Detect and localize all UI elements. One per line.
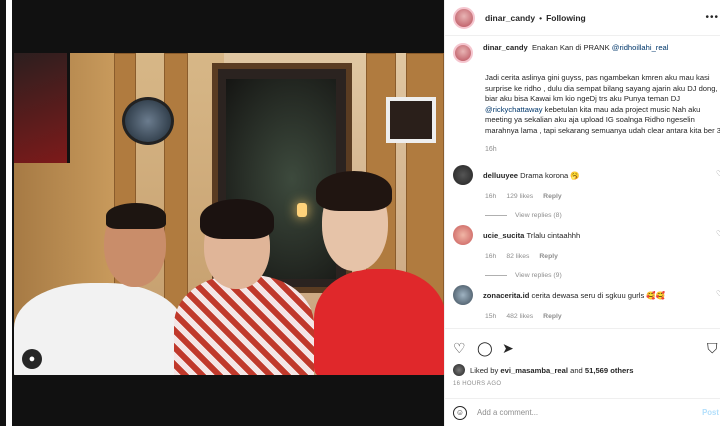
comment-time: 16h [485, 193, 497, 200]
lamp [297, 203, 307, 217]
view-replies-button[interactable]: View replies (9) [485, 272, 720, 279]
view-replies-label: View replies (9) [515, 272, 562, 279]
comment-username[interactable]: zonacerita.id [483, 291, 529, 300]
liked-by-user[interactable]: evi_masamba_real [500, 366, 568, 375]
caption-body-text: Jadi cerita aslinya gini guyss, pas ngam… [485, 73, 718, 103]
reply-button[interactable]: Reply [543, 193, 562, 200]
comment-username[interactable]: delluuyee [483, 171, 518, 180]
avatar[interactable] [453, 225, 473, 245]
action-bar: ♡ ◯ ➤ ⛉ [445, 328, 720, 368]
heart-icon[interactable]: ♡ [453, 341, 466, 355]
add-comment-bar: ☺ Post [445, 398, 720, 426]
comment-item: ucie_sucita Trlalu cintaahhh ♡ 16h 82 lik… [453, 225, 720, 279]
caption-body: Jadi cerita aslinya gini guyss, pas ngam… [485, 73, 720, 136]
send-icon[interactable]: ➤ [502, 341, 514, 355]
avatar[interactable] [453, 6, 475, 29]
post-time: 16 HOURS AGO [453, 381, 502, 387]
mention-link[interactable]: @ridhoillahi_real [612, 43, 669, 52]
following-button[interactable]: Following [546, 13, 586, 23]
separator-dot: • [539, 12, 543, 23]
caption-headline: dinar_candy Enakan Kan di PRANK @ridhoil… [483, 43, 668, 54]
person-middle-body [174, 275, 314, 375]
comment-username[interactable]: ucie_sucita [483, 231, 524, 240]
post-button[interactable]: Post [702, 408, 719, 417]
avatar[interactable] [453, 285, 473, 305]
post-header: dinar_candy • Following ••• [445, 0, 720, 36]
photo-pane: ● [12, 0, 444, 426]
caption-username[interactable]: dinar_candy [483, 43, 528, 52]
comment-likes[interactable]: 482 likes [506, 313, 533, 320]
person-right-body [314, 269, 444, 375]
emoji-icon[interactable]: ☺ [453, 405, 467, 420]
post-username[interactable]: dinar_candy [485, 13, 535, 23]
bookmark-icon[interactable]: ⛉ [707, 341, 718, 355]
comment-time: 15h [485, 313, 497, 320]
likes-summary: Liked by evi_masamba_real and 51,569 oth… [453, 364, 633, 376]
comment-text: cerita dewasa seru di sgkuu gurls 🥰🥰 [531, 290, 666, 300]
comment-text: Trlalu cintaahhh [526, 230, 581, 240]
caption-headline-text: Enakan Kan di PRANK [531, 43, 610, 52]
comment-like-icon[interactable]: ♡ [716, 289, 720, 298]
caption: dinar_candy Enakan Kan di PRANK @ridhoil… [453, 43, 720, 153]
reply-button[interactable]: Reply [543, 313, 562, 320]
comment-icon[interactable]: ◯ [477, 341, 493, 355]
comment-input[interactable] [477, 408, 703, 417]
post-photo[interactable]: ● [14, 53, 444, 375]
post-sidebar: dinar_candy • Following ••• dinar_candy … [444, 0, 720, 426]
comment-item: zonacerita.id cerita dewasa seru di sgku… [453, 285, 720, 320]
decor-plate [122, 97, 174, 145]
person-right-hair [316, 171, 392, 211]
comment-likes[interactable]: 129 likes [506, 193, 533, 200]
comment-item: delluuyee Drama korona 🥱 ♡ 16h 129 likes R… [453, 165, 720, 219]
likes-count[interactable]: 51,569 others [585, 366, 634, 375]
screenshot-frame: ● dinar_candy • Following ••• dinar_cand… [0, 0, 720, 426]
avatar[interactable] [453, 43, 473, 63]
person-left-hair [106, 203, 166, 229]
comment-time: 16h [485, 253, 497, 260]
comment-like-icon[interactable]: ♡ [716, 169, 720, 178]
mention-link[interactable]: @rickychattaway [485, 105, 543, 114]
view-replies-label: View replies (8) [515, 212, 562, 219]
wall-poster [14, 53, 70, 163]
reply-button[interactable]: Reply [539, 253, 558, 260]
comment-likes[interactable]: 82 likes [506, 253, 529, 260]
comment-text: Drama korona 🥱 [520, 170, 580, 180]
avatar[interactable] [453, 364, 465, 376]
likes-middle: and [570, 365, 583, 375]
comments-list[interactable]: dinar_candy Enakan Kan di PRANK @ridhoil… [445, 37, 720, 327]
wall-frame-picture [386, 97, 436, 143]
likes-prefix: Liked by [470, 365, 499, 375]
user-tag-icon[interactable]: ● [22, 349, 42, 369]
avatar[interactable] [453, 165, 473, 185]
caption-time: 16h [485, 146, 497, 153]
comment-like-icon[interactable]: ♡ [716, 229, 720, 238]
more-options-icon[interactable]: ••• [705, 12, 719, 23]
person-middle-hair [200, 199, 274, 239]
view-replies-button[interactable]: View replies (8) [485, 212, 720, 219]
